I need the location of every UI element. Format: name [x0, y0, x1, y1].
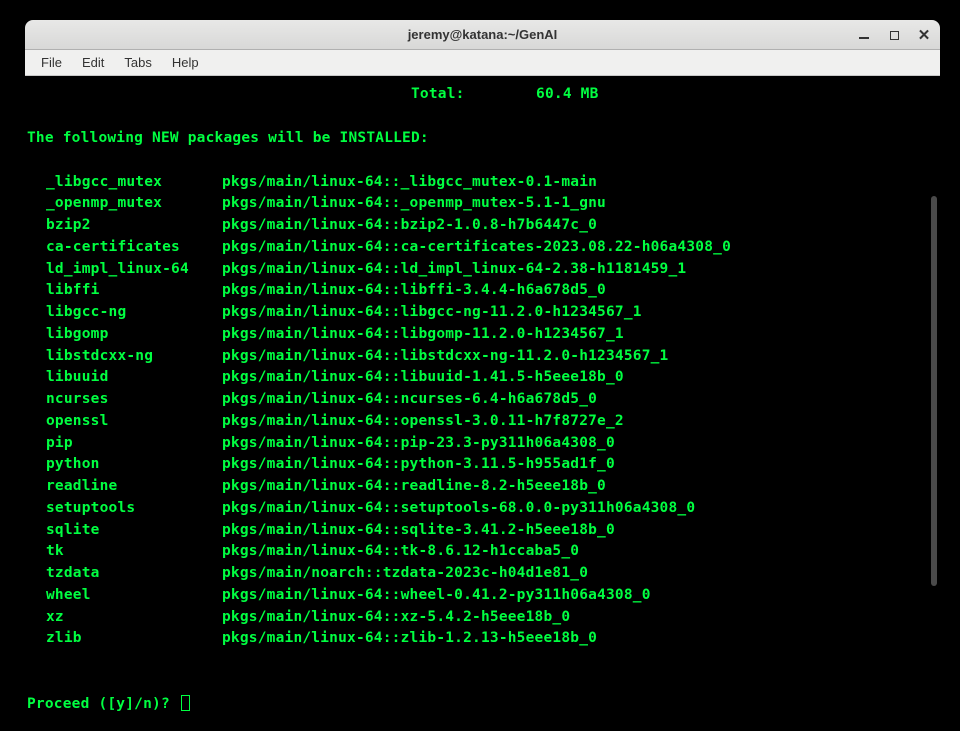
package-row: ld_impl_linux-64pkgs/main/linux-64::ld_i…: [27, 259, 938, 281]
close-button[interactable]: ✕: [916, 27, 932, 43]
package-spec: pkgs/main/linux-64::libgomp-11.2.0-h1234…: [222, 324, 624, 346]
package-name: libuuid: [27, 367, 222, 389]
package-name: setuptools: [27, 498, 222, 520]
package-spec: pkgs/main/linux-64::tk-8.6.12-h1ccaba5_0: [222, 541, 579, 563]
window-controls: ✕: [856, 20, 932, 50]
package-row: libgcc-ngpkgs/main/linux-64::libgcc-ng-1…: [27, 302, 938, 324]
package-row: opensslpkgs/main/linux-64::openssl-3.0.1…: [27, 411, 938, 433]
package-name: _openmp_mutex: [27, 193, 222, 215]
package-row: _libgcc_mutexpkgs/main/linux-64::_libgcc…: [27, 172, 938, 194]
package-spec: pkgs/main/linux-64::python-3.11.5-h955ad…: [222, 454, 615, 476]
package-spec: pkgs/main/linux-64::bzip2-1.0.8-h7b6447c…: [222, 215, 597, 237]
package-name: python: [27, 454, 222, 476]
package-list: _libgcc_mutexpkgs/main/linux-64::_libgcc…: [27, 172, 938, 651]
package-name: tk: [27, 541, 222, 563]
package-spec: pkgs/main/linux-64::libuuid-1.41.5-h5eee…: [222, 367, 624, 389]
package-row: pippkgs/main/linux-64::pip-23.3-py311h06…: [27, 433, 938, 455]
package-row: readlinepkgs/main/linux-64::readline-8.2…: [27, 476, 938, 498]
package-name: ca-certificates: [27, 237, 222, 259]
package-name: xz: [27, 607, 222, 629]
total-value: 60.4 MB: [536, 86, 599, 102]
titlebar: jeremy@katana:~/GenAI ✕: [25, 20, 940, 50]
package-name: zlib: [27, 628, 222, 650]
menu-edit[interactable]: Edit: [72, 52, 114, 73]
maximize-button[interactable]: [886, 27, 902, 43]
package-name: wheel: [27, 585, 222, 607]
package-spec: pkgs/main/linux-64::_openmp_mutex-5.1-1_…: [222, 193, 606, 215]
package-name: _libgcc_mutex: [27, 172, 222, 194]
close-icon: ✕: [918, 28, 931, 43]
package-spec: pkgs/main/noarch::tzdata-2023c-h04d1e81_…: [222, 563, 588, 585]
menu-help[interactable]: Help: [162, 52, 209, 73]
menubar: File Edit Tabs Help: [25, 50, 940, 76]
install-header: The following NEW packages will be INSTA…: [27, 128, 938, 150]
package-spec: pkgs/main/linux-64::setuptools-68.0.0-py…: [222, 498, 695, 520]
prompt-line: Proceed ([y]/n)?: [27, 694, 938, 716]
package-name: libgcc-ng: [27, 302, 222, 324]
package-row: zlibpkgs/main/linux-64::zlib-1.2.13-h5ee…: [27, 628, 938, 650]
package-name: libffi: [27, 280, 222, 302]
package-spec: pkgs/main/linux-64::readline-8.2-h5eee18…: [222, 476, 606, 498]
package-row: libgomppkgs/main/linux-64::libgomp-11.2.…: [27, 324, 938, 346]
scrollbar[interactable]: [931, 196, 937, 586]
package-spec: pkgs/main/linux-64::pip-23.3-py311h06a43…: [222, 433, 615, 455]
package-spec: pkgs/main/linux-64::zlib-1.2.13-h5eee18b…: [222, 628, 597, 650]
maximize-icon: [890, 31, 899, 40]
package-spec: pkgs/main/linux-64::sqlite-3.41.2-h5eee1…: [222, 520, 615, 542]
prompt-text: Proceed ([y]/n)?: [27, 696, 179, 712]
menu-tabs[interactable]: Tabs: [114, 52, 161, 73]
total-line: Total: 60.4 MB: [27, 84, 938, 106]
package-spec: pkgs/main/linux-64::libgcc-ng-11.2.0-h12…: [222, 302, 642, 324]
package-spec: pkgs/main/linux-64::libstdcxx-ng-11.2.0-…: [222, 346, 669, 368]
package-name: ld_impl_linux-64: [27, 259, 222, 281]
package-spec: pkgs/main/linux-64::libffi-3.4.4-h6a678d…: [222, 280, 606, 302]
package-name: libgomp: [27, 324, 222, 346]
package-row: sqlitepkgs/main/linux-64::sqlite-3.41.2-…: [27, 520, 938, 542]
package-spec: pkgs/main/linux-64::ca-certificates-2023…: [222, 237, 731, 259]
package-spec: pkgs/main/linux-64::openssl-3.0.11-h7f87…: [222, 411, 624, 433]
package-spec: pkgs/main/linux-64::ncurses-6.4-h6a678d5…: [222, 389, 597, 411]
package-name: pip: [27, 433, 222, 455]
package-spec: pkgs/main/linux-64::ld_impl_linux-64-2.3…: [222, 259, 686, 281]
package-row: tkpkgs/main/linux-64::tk-8.6.12-h1ccaba5…: [27, 541, 938, 563]
package-row: _openmp_mutexpkgs/main/linux-64::_openmp…: [27, 193, 938, 215]
package-name: readline: [27, 476, 222, 498]
terminal-window: jeremy@katana:~/GenAI ✕ File Edit Tabs H…: [25, 20, 940, 720]
package-row: libffipkgs/main/linux-64::libffi-3.4.4-h…: [27, 280, 938, 302]
package-spec: pkgs/main/linux-64::xz-5.4.2-h5eee18b_0: [222, 607, 570, 629]
package-name: openssl: [27, 411, 222, 433]
package-row: ca-certificatespkgs/main/linux-64::ca-ce…: [27, 237, 938, 259]
menu-file[interactable]: File: [31, 52, 72, 73]
package-row: libuuidpkgs/main/linux-64::libuuid-1.41.…: [27, 367, 938, 389]
package-name: tzdata: [27, 563, 222, 585]
total-label: Total:: [411, 86, 465, 102]
package-name: sqlite: [27, 520, 222, 542]
package-name: ncurses: [27, 389, 222, 411]
package-name: libstdcxx-ng: [27, 346, 222, 368]
package-row: ncursespkgs/main/linux-64::ncurses-6.4-h…: [27, 389, 938, 411]
package-name: bzip2: [27, 215, 222, 237]
terminal-content[interactable]: Total: 60.4 MB The following NEW package…: [25, 76, 940, 720]
package-row: xzpkgs/main/linux-64::xz-5.4.2-h5eee18b_…: [27, 607, 938, 629]
minimize-button[interactable]: [856, 27, 872, 43]
package-row: bzip2pkgs/main/linux-64::bzip2-1.0.8-h7b…: [27, 215, 938, 237]
cursor: [181, 695, 190, 711]
minimize-icon: [859, 37, 869, 39]
window-title: jeremy@katana:~/GenAI: [408, 27, 558, 42]
package-row: pythonpkgs/main/linux-64::python-3.11.5-…: [27, 454, 938, 476]
package-spec: pkgs/main/linux-64::wheel-0.41.2-py311h0…: [222, 585, 651, 607]
package-row: wheelpkgs/main/linux-64::wheel-0.41.2-py…: [27, 585, 938, 607]
package-spec: pkgs/main/linux-64::_libgcc_mutex-0.1-ma…: [222, 172, 597, 194]
package-row: libstdcxx-ngpkgs/main/linux-64::libstdcx…: [27, 346, 938, 368]
package-row: tzdatapkgs/main/noarch::tzdata-2023c-h04…: [27, 563, 938, 585]
package-row: setuptoolspkgs/main/linux-64::setuptools…: [27, 498, 938, 520]
